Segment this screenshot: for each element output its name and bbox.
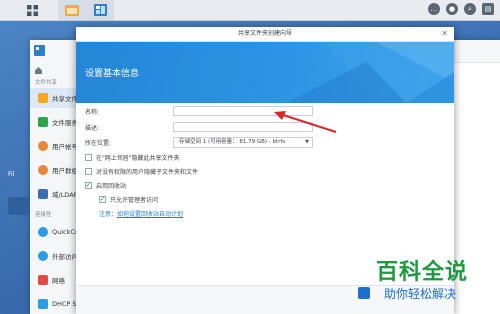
file-services-icon: [38, 117, 48, 127]
desktop-icon[interactable]: [8, 197, 30, 215]
option-label: 只允许管理者访问: [110, 197, 159, 204]
control-panel-button[interactable]: [86, 0, 114, 20]
grid-icon: [26, 4, 38, 16]
group-icon: [38, 165, 48, 175]
dhcp-icon: [38, 299, 48, 309]
location-select-value: 存储空间 1 (可用容量： 81.79 GB) - btrfs: [179, 139, 286, 145]
widgets-icon[interactable]: ▤: [482, 3, 494, 15]
watermark: 百科全说 助你轻松解决: [356, 254, 500, 314]
sidebar-item-label: 共享文件夹: [52, 95, 78, 103]
sidebar-item-label: 网络: [52, 277, 65, 285]
note-label: 注意：: [99, 211, 118, 218]
taskbar: … ● ⌕ ▤: [0, 0, 500, 21]
option-label: 对没有权限的用户隐藏子文件夹和文件: [96, 169, 199, 176]
dialog-title: 共享文件夹创建向导: [237, 30, 292, 37]
watermark-title: 百科全说: [376, 260, 469, 285]
chevron-down-icon: ▼: [305, 139, 309, 145]
checkbox-checked[interactable]: ✓: [85, 182, 92, 189]
sidebar-group-file-sharing: 文件共享: [35, 80, 58, 86]
sidebar: 文件共享 共享文件夹 文件服务 用户帐号 用户群组 域/LDAP 连接性 Qui…: [30, 62, 79, 314]
name-label: 名称:: [85, 109, 100, 116]
option-hide-subfolders[interactable]: 对没有权限的用户隐藏子文件夹和文件: [85, 167, 198, 176]
close-icon[interactable]: ✕: [441, 27, 448, 41]
user-icon[interactable]: ●: [446, 3, 458, 15]
sidebar-item-external-access[interactable]: 外部访问: [30, 246, 78, 266]
option-hide-network-places[interactable]: 在"网上邻居"隐藏此共享文件夹: [85, 153, 180, 162]
checkbox[interactable]: [85, 154, 92, 161]
domain-icon: [38, 189, 48, 199]
option-enable-recycle-bin[interactable]: ✓ 启用回收站: [85, 181, 126, 190]
desktop-icon-label: Fil: [8, 171, 15, 178]
quickconnect-icon: [38, 227, 48, 237]
file-station-button[interactable]: [58, 0, 86, 20]
checkbox-checked[interactable]: ✓: [99, 196, 106, 203]
recycle-schedule-link[interactable]: 如何设置回收站自动计划: [117, 211, 183, 218]
folder-icon: [65, 5, 79, 16]
description-label: 描述:: [85, 125, 100, 132]
control-panel-icon: [34, 45, 45, 56]
location-label: 所在位置:: [85, 140, 112, 147]
main-menu-button[interactable]: [18, 0, 46, 20]
sidebar-item-label: 文件服务: [52, 119, 78, 127]
sidebar-item-group[interactable]: 用户群组: [30, 160, 78, 180]
network-icon: [38, 275, 48, 285]
sidebar-item-label: 外部访问: [52, 253, 78, 261]
sidebar-item-shared-folder[interactable]: 共享文件夹: [30, 88, 78, 108]
sidebar-item-quickconnect[interactable]: QuickConnect: [30, 222, 78, 242]
dialog-titlebar: 共享文件夹创建向导 ✕: [76, 27, 454, 42]
watermark-subtitle: 助你轻松解决: [384, 287, 457, 301]
sidebar-item-label: 用户帐号: [52, 143, 78, 151]
sidebar-item-network[interactable]: 网络: [30, 270, 78, 290]
sidebar-item-domain-ldap[interactable]: 域/LDAP: [30, 184, 78, 204]
sidebar-item-label: 用户群组: [52, 167, 78, 175]
shared-folder-icon: [38, 93, 48, 103]
taskbar-tray: … ● ⌕ ▤: [428, 3, 494, 15]
page-title: 设置基本信息: [85, 69, 140, 79]
sidebar-group-connectivity: 连接性: [35, 212, 52, 218]
search-icon[interactable]: ⌕: [464, 3, 476, 15]
sidebar-item-label: QuickConnect: [52, 228, 78, 236]
user-icon: [38, 141, 48, 151]
location-select[interactable]: 存储空间 1 (可用容量： 81.79 GB) - btrfs ▼: [173, 137, 313, 148]
watermark-logo-icon: [358, 287, 370, 299]
control-panel-icon: [93, 4, 107, 16]
home-icon[interactable]: [35, 67, 42, 74]
option-label: 启用回收站: [96, 183, 127, 190]
wizard-banner: 设置基本信息: [76, 42, 454, 103]
sidebar-item-label: 域/LDAP: [52, 191, 78, 199]
sidebar-item-user[interactable]: 用户帐号: [30, 136, 78, 156]
sidebar-item-dhcp-server[interactable]: DHCP Server: [30, 294, 78, 314]
option-label: 在"网上邻居"隐藏此共享文件夹: [96, 155, 180, 162]
chat-icon[interactable]: …: [428, 3, 440, 15]
recycle-bin-note: 注意：如何设置回收站自动计划: [99, 209, 183, 218]
sidebar-item-label: DHCP Server: [52, 300, 78, 308]
checkbox[interactable]: [85, 168, 92, 175]
external-access-icon: [38, 251, 48, 261]
annotation-arrow: [274, 111, 337, 133]
sidebar-item-file-services[interactable]: 文件服务: [30, 112, 78, 132]
option-admin-only[interactable]: ✓ 只允许管理者访问: [99, 195, 158, 204]
